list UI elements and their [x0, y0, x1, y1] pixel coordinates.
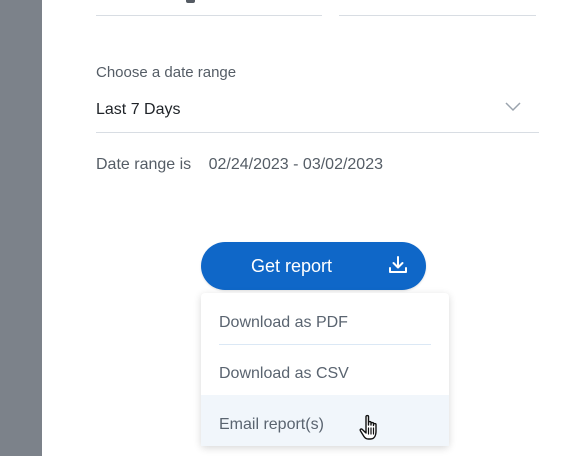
date-range-prefix: Date range is [96, 156, 192, 173]
get-report-button[interactable]: Get report [201, 242, 426, 290]
hand-pointer-icon [359, 414, 377, 440]
date-range-selected-value: Last 7 Days [96, 101, 181, 118]
date-range-label: Choose a date range [96, 64, 237, 81]
get-report-label: Get report [251, 256, 333, 276]
menu-item-download-csv[interactable]: Download as CSV [201, 344, 449, 395]
top-field-fragment [186, 0, 195, 3]
menu-item-label: Download as CSV [219, 365, 349, 382]
menu-item-label: Download as PDF [219, 314, 348, 331]
report-panel: Choose a date range Last 7 Days Date ran… [0, 0, 583, 456]
left-sidebar-rail [0, 0, 42, 456]
top-field-underline-left [96, 15, 322, 16]
menu-item-download-pdf[interactable]: Download as PDF [201, 293, 449, 344]
date-range-value: 02/24/2023 - 03/02/2023 [208, 156, 383, 173]
date-range-summary: Date range is 02/24/2023 - 03/02/2023 [96, 156, 383, 174]
chevron-down-icon [505, 102, 521, 112]
menu-item-email-report[interactable]: Email report(s) [201, 395, 449, 446]
report-options-menu: Download as PDF Download as CSV Email re… [201, 293, 449, 446]
download-icon [389, 256, 407, 273]
menu-item-label: Email report(s) [219, 416, 324, 433]
top-field-underline-right [339, 15, 536, 16]
date-range-select[interactable]: Last 7 Days [96, 90, 539, 133]
